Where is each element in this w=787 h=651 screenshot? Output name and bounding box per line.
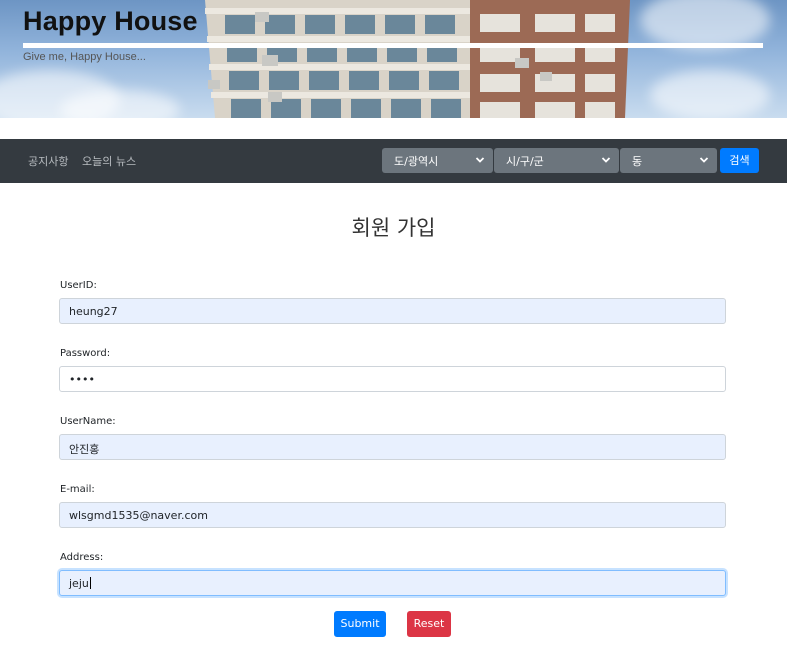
nav-link-news[interactable]: 오늘의 뉴스 [82, 153, 136, 169]
username-label: UserName: [60, 416, 116, 427]
userid-input[interactable]: heung27 [59, 298, 726, 324]
address-input[interactable]: jeju [59, 570, 726, 596]
site-title[interactable]: Happy House [23, 6, 198, 37]
chevron-down-icon [601, 157, 611, 163]
submit-button[interactable]: Submit [334, 611, 386, 637]
main-navbar: 공지사항 오늘의 뉴스 도/광역시 시/구/군 동 검색 [0, 139, 787, 183]
username-input[interactable]: 안진홍 [59, 434, 726, 460]
email-value: wlsgmd1535@naver.com [69, 509, 208, 522]
province-select-value: 도/광역시 [394, 155, 439, 168]
userid-value: heung27 [69, 305, 118, 318]
dong-select-value: 동 [632, 155, 643, 168]
province-select[interactable]: 도/광역시 [382, 148, 493, 173]
chevron-down-icon [699, 157, 709, 163]
email-label: E-mail: [60, 484, 95, 495]
password-value: •••• [69, 373, 95, 386]
site-subtitle: Give me, Happy House... [23, 51, 146, 63]
address-label: Address: [60, 552, 104, 563]
username-value: 안진홍 [69, 443, 100, 456]
address-value: jeju [69, 577, 89, 590]
password-input[interactable]: •••• [59, 366, 726, 392]
search-button[interactable]: 검색 [720, 148, 759, 173]
chevron-down-icon [475, 157, 485, 163]
city-select[interactable]: 시/구/군 [494, 148, 619, 173]
header-banner: Happy House Give me, Happy House... [0, 0, 787, 118]
dong-select[interactable]: 동 [620, 148, 717, 173]
password-label: Password: [60, 348, 111, 359]
nav-link-notice[interactable]: 공지사항 [28, 153, 68, 169]
text-caret [89, 577, 91, 589]
email-input[interactable]: wlsgmd1535@naver.com [59, 502, 726, 528]
title-underline [23, 43, 763, 48]
page-title: 회원 가입 [351, 216, 436, 240]
userid-label: UserID: [60, 280, 97, 291]
city-select-value: 시/구/군 [506, 155, 544, 168]
reset-button[interactable]: Reset [407, 611, 451, 637]
